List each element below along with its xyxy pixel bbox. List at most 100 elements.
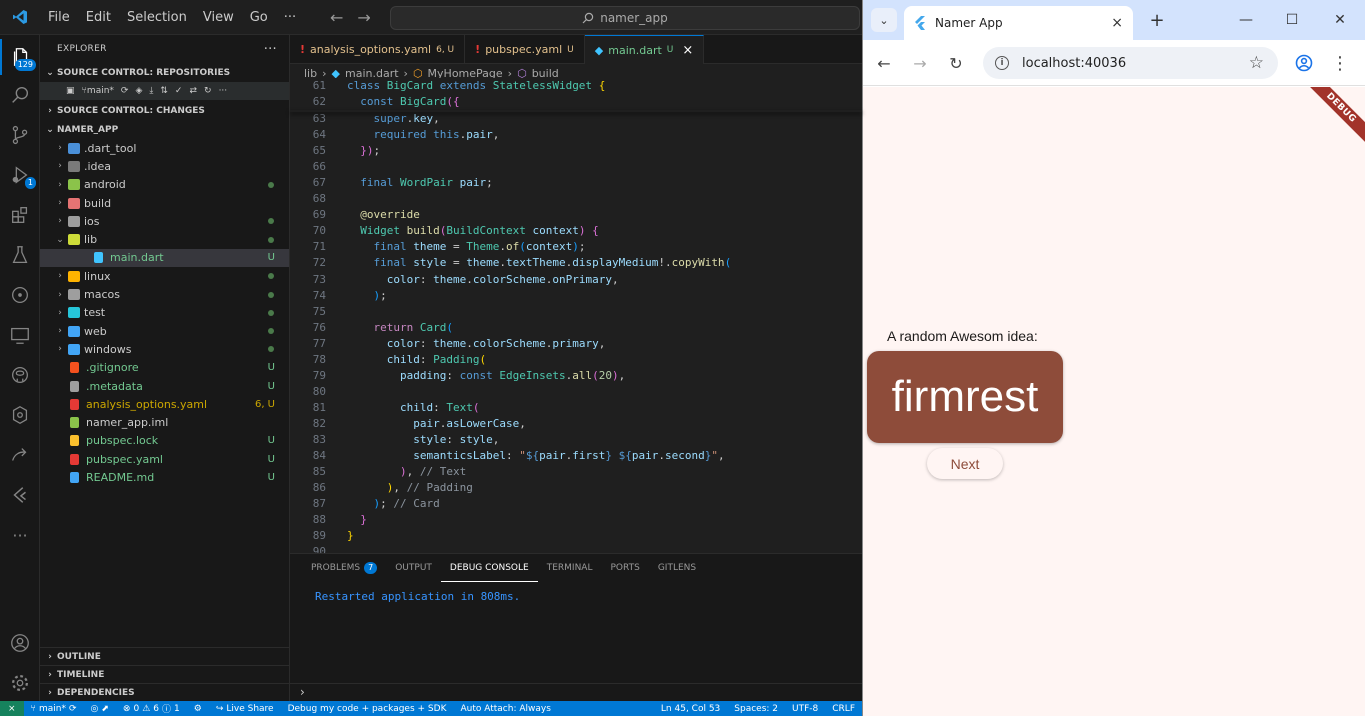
profile-icon[interactable] — [1291, 50, 1317, 76]
menu-more[interactable]: ··· — [276, 0, 304, 35]
menu-edit[interactable]: Edit — [78, 0, 119, 35]
panel-tab-label: PORTS — [610, 563, 640, 573]
minimize-icon[interactable]: — — [1223, 0, 1269, 40]
timeline-section-header[interactable]: › TIMELINE — [40, 665, 290, 683]
fetch-icon[interactable]: ⇅ — [160, 86, 168, 96]
tree-item[interactable]: › android — [40, 176, 289, 194]
tree-item[interactable]: pubspec.yaml U — [40, 450, 289, 468]
status-indentation[interactable]: Spaces: 2 — [727, 704, 785, 714]
settings-gear-icon[interactable] — [0, 665, 40, 701]
panel-tab[interactable]: PORTS — [601, 554, 648, 582]
editor-tab[interactable]: ! analysis_options.yaml 6, U — [290, 35, 466, 64]
project-section-header[interactable]: ⌄ NAMER_APP — [40, 120, 289, 139]
stash-icon[interactable]: ◈ — [135, 86, 142, 96]
menu-selection[interactable]: Selection — [119, 0, 195, 35]
source-control-icon[interactable] — [0, 117, 40, 153]
debug-console-input[interactable]: › — [290, 683, 862, 701]
pull-icon[interactable]: ⤓ — [149, 86, 153, 96]
tree-item[interactable]: › build — [40, 194, 289, 212]
window-close-icon[interactable]: ✕ — [1317, 0, 1363, 40]
menu-view[interactable]: View — [195, 0, 242, 35]
status-problems[interactable]: ⊗ 0 ⚠ 6 ⓘ 1 — [116, 702, 187, 716]
tab-close-icon[interactable]: × — [1111, 15, 1123, 31]
refresh-icon[interactable]: ↻ — [204, 86, 212, 96]
search-view-icon[interactable] — [0, 77, 40, 113]
github-icon[interactable] — [0, 357, 40, 393]
panel-tab[interactable]: TERMINAL — [538, 554, 602, 582]
changes-section-header[interactable]: › SOURCE CONTROL: CHANGES — [40, 101, 289, 120]
status-live-share[interactable]: ↪ Live Share — [209, 704, 281, 714]
editor-tab[interactable]: ! pubspec.yaml U — [465, 35, 585, 64]
tree-item[interactable]: main.dart U — [40, 248, 289, 268]
explorer-more-icon[interactable]: ··· — [264, 42, 277, 57]
panel-tab[interactable]: DEBUG CONSOLE — [440, 554, 538, 582]
status-debug-mode[interactable]: Debug my code + packages + SDK — [281, 704, 454, 714]
menu-file[interactable]: File — [40, 0, 78, 35]
status-accounts[interactable]: ◎ ⬈ — [84, 704, 116, 714]
chrome-menu-icon[interactable]: ⋮ — [1327, 50, 1353, 76]
new-tab-plus-icon[interactable]: + — [1145, 8, 1169, 32]
tree-item[interactable]: analysis_options.yaml 6, U — [40, 395, 289, 413]
back-arrow-icon[interactable]: ← — [871, 50, 897, 76]
tab-search-chevron-icon[interactable]: ⌄ — [871, 8, 897, 32]
tree-item[interactable]: › windows — [40, 340, 289, 358]
more-views-icon[interactable]: ··· — [0, 517, 40, 553]
bookmark-star-icon[interactable]: ☆ — [1249, 53, 1264, 73]
testing-icon[interactable] — [0, 237, 40, 273]
kubernetes-icon[interactable] — [0, 397, 40, 433]
status-eol[interactable]: CRLF — [825, 704, 862, 714]
status-auto-attach[interactable]: Auto Attach: Always — [453, 704, 557, 714]
accounts-icon[interactable] — [0, 625, 40, 661]
sync-icon[interactable]: ⟳ — [121, 86, 129, 96]
tree-item[interactable]: › linux — [40, 267, 289, 285]
panel-tab[interactable]: GITLENS — [649, 554, 705, 582]
panel-tab[interactable]: OUTPUT — [386, 554, 441, 582]
remote-explorer-icon[interactable] — [0, 317, 40, 353]
panel-tab[interactable]: PROBLEMS 7 — [302, 554, 386, 582]
commit-check-icon[interactable]: ✓ — [175, 86, 183, 96]
extensions-icon[interactable] — [0, 197, 40, 233]
tree-item[interactable]: .metadata U — [40, 377, 289, 395]
status-branch[interactable]: ⑂ main* ⟳ — [24, 704, 84, 714]
maximize-icon[interactable]: ☐ — [1269, 0, 1315, 40]
tree-item[interactable]: › web — [40, 322, 289, 340]
live-share-icon[interactable] — [0, 437, 40, 473]
repo-more-icon[interactable]: ··· — [219, 86, 228, 96]
forward-arrow-icon[interactable]: → — [357, 8, 370, 27]
tree-item[interactable]: › .idea — [40, 157, 289, 175]
flutter-icon[interactable] — [0, 477, 40, 513]
tree-item[interactable]: › ios — [40, 212, 289, 230]
tree-item[interactable]: › macos — [40, 285, 289, 303]
repositories-section-header[interactable]: ⌄ SOURCE CONTROL: REPOSITORIES — [40, 63, 289, 82]
pull-request-icon[interactable]: ⇄ — [189, 86, 197, 96]
browser-tab[interactable]: Namer App × — [904, 6, 1133, 40]
dependencies-section-header[interactable]: › DEPENDENCIES — [40, 683, 290, 701]
next-button[interactable]: Next — [927, 448, 1003, 479]
outline-section-header[interactable]: › OUTLINE — [40, 647, 290, 665]
status-encoding[interactable]: UTF-8 — [785, 704, 825, 714]
tree-item[interactable]: pubspec.lock U — [40, 432, 289, 450]
editor-tab[interactable]: ◆ main.dart U × — [584, 35, 705, 64]
branch-label[interactable]: ⑂main* — [82, 86, 114, 96]
forward-arrow-icon[interactable]: → — [907, 50, 933, 76]
tree-item[interactable]: namer_app.iml — [40, 413, 289, 431]
address-bar[interactable]: i localhost:40036 ☆ — [983, 47, 1278, 79]
site-info-icon[interactable]: i — [995, 56, 1009, 70]
explorer-icon[interactable]: 129 — [0, 39, 40, 75]
back-arrow-icon[interactable]: ← — [330, 8, 343, 27]
reload-icon[interactable]: ↻ — [943, 50, 969, 76]
tab-close-icon[interactable]: × — [682, 43, 693, 58]
tree-item[interactable]: › .dart_tool — [40, 139, 289, 157]
tree-item[interactable]: .gitignore U — [40, 359, 289, 377]
status-debug-icon[interactable]: ⚙ — [187, 704, 209, 714]
status-cursor-position[interactable]: Ln 45, Col 53 — [654, 704, 727, 714]
gitlens-icon[interactable] — [0, 277, 40, 313]
command-center[interactable]: namer_app — [390, 6, 860, 30]
remote-indicator[interactable]: ⨯ — [0, 701, 24, 716]
tree-item[interactable]: › test — [40, 304, 289, 322]
run-debug-icon[interactable]: 1 — [0, 157, 40, 193]
menu-go[interactable]: Go — [242, 0, 276, 35]
tree-item[interactable]: README.md U — [40, 468, 289, 486]
tree-item[interactable]: ⌄ lib — [40, 230, 289, 248]
repository-row[interactable]: ▣ ⑂main* ⟳ ◈ ⤓ ⇅ ✓ ⇄ ↻ ··· — [40, 82, 289, 100]
